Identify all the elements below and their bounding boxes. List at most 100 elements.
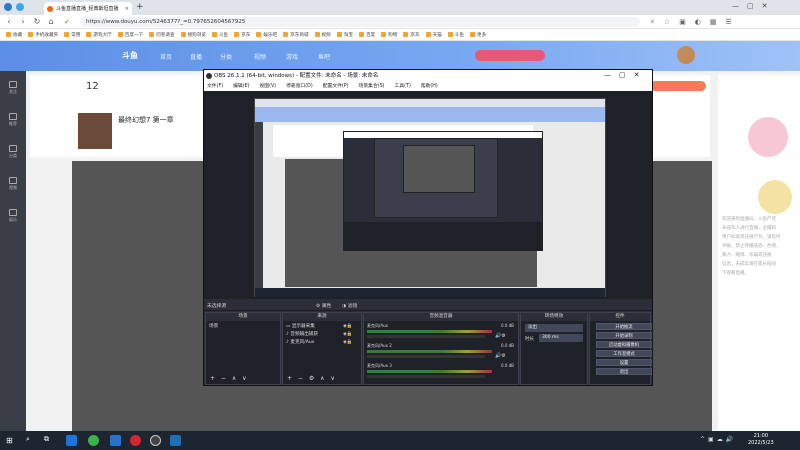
back-icon[interactable]: ‹ bbox=[4, 17, 14, 27]
streamer-avatar[interactable] bbox=[78, 113, 112, 149]
obs-window[interactable]: OBS 26.1.1 (64-bit, windows) - 配置文件: 未命名… bbox=[203, 69, 653, 386]
gift-banner[interactable] bbox=[748, 117, 788, 157]
obs-menu-item[interactable]: 场景集合(S) bbox=[359, 82, 385, 91]
bookmark-item[interactable]: 娱乐吧 bbox=[256, 32, 277, 38]
search-icon[interactable]: ⌕ bbox=[26, 435, 30, 444]
bookmark-item[interactable]: 常用 bbox=[64, 32, 80, 38]
transition-select[interactable]: 淡出 bbox=[525, 324, 583, 332]
bookmark-item[interactable]: 购物 bbox=[381, 32, 397, 38]
sidebar-item-category[interactable]: 分类 bbox=[4, 145, 22, 159]
douyu-header: 斗鱼 首页 直播 分类 视频 游戏 鱼吧 bbox=[0, 41, 800, 71]
mixer-row-2-slider[interactable] bbox=[367, 355, 485, 358]
start-recording-button[interactable]: 开始录制 bbox=[596, 332, 652, 339]
bookmark-item[interactable]: 斗鱼 bbox=[211, 32, 228, 38]
bookmark-label: 天猫 bbox=[432, 32, 442, 38]
mixer-row-1-speaker-icon[interactable]: 🔊⚙ bbox=[495, 333, 506, 339]
nav-fishbar[interactable]: 鱼吧 bbox=[318, 52, 330, 61]
obs-menu-item[interactable]: 视图(V) bbox=[259, 82, 276, 91]
bookmark-item[interactable]: 问卷调查 bbox=[149, 32, 175, 38]
bookmark-item[interactable]: 百度 bbox=[358, 32, 375, 38]
sidebar-item-video[interactable]: 视频 bbox=[4, 177, 22, 191]
mixer-row-3-slider[interactable] bbox=[367, 375, 485, 378]
bookmark-item[interactable]: 京东商城 bbox=[283, 32, 309, 38]
bookmark-label: 购物 bbox=[388, 32, 398, 38]
obs-window-controls[interactable]: —▢✕ bbox=[604, 71, 647, 79]
system-tray-icons[interactable]: ^▣☁🔊 bbox=[700, 436, 736, 443]
properties-button[interactable]: ⚙ 属性 bbox=[316, 302, 331, 309]
source-item-audio-output[interactable]: ♪ 音频输出捕获 bbox=[286, 331, 318, 339]
app-taskbar-icon-3[interactable] bbox=[130, 435, 141, 446]
sidebar-item-entertainment[interactable]: 娱乐 bbox=[4, 209, 22, 223]
obs-menu-item[interactable]: 文件(F) bbox=[207, 82, 223, 91]
window-controls[interactable]: —▢✕ bbox=[732, 2, 775, 10]
source-item-display[interactable]: ▭ 显示器采集 bbox=[286, 323, 318, 331]
bookmark-item[interactable]: 游戏大厅 bbox=[86, 32, 112, 38]
nav-category[interactable]: 分类 bbox=[220, 52, 232, 61]
nav-home[interactable]: 首页 bbox=[160, 52, 172, 61]
tab-close-icon[interactable]: ✕ bbox=[125, 6, 129, 12]
bookmark-item[interactable]: 搜狗浏览 bbox=[180, 32, 206, 38]
filters-button[interactable]: ◑ 滤镜 bbox=[342, 302, 357, 309]
sources-footer-controls[interactable]: + − ⚙ ∧ ∨ bbox=[287, 375, 337, 382]
bookmark-item[interactable]: 视频 bbox=[314, 32, 331, 38]
browser-taskbar-icon[interactable] bbox=[66, 435, 77, 446]
bookmark-item[interactable]: 手机收藏夹 bbox=[28, 32, 58, 38]
app-taskbar-icon-4[interactable] bbox=[170, 435, 181, 446]
sidebar-item-follow[interactable]: 关注 bbox=[4, 81, 22, 95]
bookmark-item[interactable]: 京东 bbox=[403, 32, 420, 38]
task-view-icon[interactable]: ⧉ bbox=[44, 435, 49, 444]
event-banner[interactable] bbox=[758, 180, 792, 214]
bookmark-item[interactable]: 百度一下 bbox=[117, 32, 143, 38]
douyu-search-input[interactable] bbox=[475, 50, 545, 61]
app-taskbar-icon-2[interactable] bbox=[110, 435, 121, 446]
app-taskbar-icon-1[interactable] bbox=[88, 435, 99, 446]
source-visibility-icons[interactable]: ◉🔒 ◉🔒 ◉🔒 bbox=[343, 323, 353, 347]
preview-nested-obs bbox=[343, 131, 543, 251]
bookmark-label: 视频 bbox=[321, 32, 331, 38]
exit-button[interactable]: 退出 bbox=[596, 368, 652, 375]
sidebar-item-recommend[interactable]: 推荐 bbox=[4, 113, 22, 127]
studio-mode-button[interactable]: 工作室模式 bbox=[596, 350, 652, 357]
settings-button[interactable]: 设置 bbox=[596, 359, 652, 366]
duration-input[interactable]: 300 ms bbox=[539, 334, 583, 342]
obs-taskbar-icon[interactable] bbox=[150, 435, 161, 446]
browser-menu-icon[interactable] bbox=[16, 3, 24, 11]
obs-menu-item[interactable]: 工具(T) bbox=[395, 82, 411, 91]
forward-icon[interactable]: › bbox=[18, 17, 28, 27]
refresh-icon[interactable]: ↻ bbox=[32, 17, 42, 27]
taskbar-clock[interactable]: 21:00 2022/5/23 bbox=[748, 433, 774, 447]
start-streaming-button[interactable]: 开始推流 bbox=[596, 323, 652, 330]
source-item-mic[interactable]: ♪ 麦克风/Aux bbox=[286, 339, 318, 347]
home-icon[interactable]: ⌂ bbox=[46, 17, 56, 27]
nav-video[interactable]: 视频 bbox=[254, 52, 266, 61]
obs-preview[interactable] bbox=[204, 91, 652, 299]
nav-game[interactable]: 游戏 bbox=[286, 52, 298, 61]
nav-live[interactable]: 直播 bbox=[190, 52, 202, 61]
new-tab-button[interactable]: + bbox=[136, 2, 144, 12]
mixer-row-1-slider[interactable] bbox=[367, 335, 485, 338]
bookmark-item[interactable]: 更多 bbox=[469, 32, 486, 38]
virtual-camera-button[interactable]: 启动虚拟摄像机 bbox=[596, 341, 652, 348]
address-bar[interactable]: https://www.douyu.com/5246377?_=0.797652… bbox=[80, 17, 640, 27]
mixer-row-2-speaker-icon[interactable]: 🔊⚙ bbox=[495, 353, 506, 359]
user-avatar[interactable] bbox=[677, 46, 695, 64]
bookmark-item[interactable]: 京东 bbox=[234, 32, 250, 38]
obs-menu-item[interactable]: 配置文件(P) bbox=[323, 82, 349, 91]
bookmark-label: 娱乐吧 bbox=[263, 32, 278, 38]
obs-menu-item[interactable]: 帮助(H) bbox=[421, 82, 438, 91]
bookmark-icon bbox=[234, 32, 240, 37]
follow-button[interactable] bbox=[650, 81, 706, 91]
obs-menu-item[interactable]: 编辑(E) bbox=[233, 82, 249, 91]
bookmark-item[interactable]: 收藏 bbox=[6, 32, 22, 38]
windows-start-icon[interactable]: ⊞ bbox=[6, 436, 13, 445]
obs-menu-item[interactable]: 停靠窗口(D) bbox=[286, 82, 313, 91]
bookmark-item[interactable]: 天猫 bbox=[425, 32, 442, 38]
toolbar-extension-icons[interactable]: ⚡☆▣◐▦☰ bbox=[650, 18, 741, 26]
browser-tab-active[interactable]: 斗鱼直播直播_经典斯坦直播 ✕ bbox=[44, 2, 132, 15]
bookmark-item[interactable]: 斗鱼 bbox=[447, 32, 464, 38]
scenes-footer-controls[interactable]: + − ∧ ∨ bbox=[210, 375, 249, 382]
secure-lock-icon[interactable]: ✓ bbox=[62, 17, 72, 27]
douyu-logo[interactable]: 斗鱼 bbox=[122, 50, 138, 61]
bookmark-item[interactable]: 淘宝 bbox=[336, 32, 353, 38]
scene-item[interactable]: 场景 bbox=[209, 323, 218, 331]
